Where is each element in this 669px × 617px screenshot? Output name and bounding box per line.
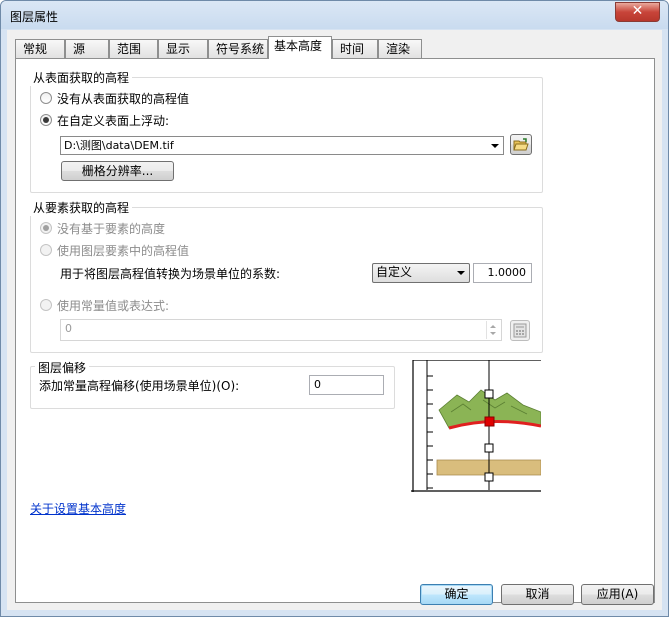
tab-rendering[interactable]: 渲染 xyxy=(378,39,422,58)
expression-spinner[interactable] xyxy=(486,321,499,339)
tab-time[interactable]: 时间 xyxy=(332,39,378,58)
chevron-down-icon xyxy=(457,271,465,275)
expression-value: 0 xyxy=(65,322,72,335)
use-feature-elevation-label: 使用图层要素中的高程值 xyxy=(57,244,190,258)
expression-builder-button[interactable] xyxy=(510,320,530,341)
help-link[interactable]: 关于设置基本高度 xyxy=(30,500,126,517)
unit-conversion-select[interactable]: 自定义 xyxy=(372,263,470,283)
float-surface-label: 在自定义表面上浮动: xyxy=(57,114,170,128)
tab-extent[interactable]: 范围 xyxy=(109,39,158,58)
expression-label: 使用常量值或表达式: xyxy=(57,299,170,313)
surface-path-value: D:\测图\data\DEM.tif xyxy=(64,139,174,152)
window-title: 图层属性 xyxy=(10,10,59,24)
offset-group-title: 图层偏移 xyxy=(35,359,90,376)
elevation-diagram xyxy=(411,360,541,492)
conversion-factor-input[interactable]: 1.0000 xyxy=(473,263,532,283)
use-feature-elevation-radio[interactable] xyxy=(40,244,52,256)
offset-label: 添加常量高程偏移(使用场景单位)(O): xyxy=(39,379,240,393)
dialog-client: 常规 源 范围 显示 符号系统 基本高度 时间 渲染 从表面获取的高程 没有从表… xyxy=(7,30,662,610)
title-bar: 图层属性 ✕ xyxy=(1,1,668,29)
feature-group-title: 从要素获取的高程 xyxy=(30,199,133,216)
tab-source[interactable]: 源 xyxy=(65,39,109,58)
ok-button[interactable]: 确定 xyxy=(420,584,493,605)
tab-general[interactable]: 常规 xyxy=(15,39,65,58)
no-feature-height-radio[interactable] xyxy=(40,222,52,234)
expression-radio[interactable] xyxy=(40,299,52,311)
no-feature-height-label: 没有基于要素的高度 xyxy=(57,222,166,236)
no-surface-radio[interactable] xyxy=(40,92,52,104)
close-button[interactable]: ✕ xyxy=(615,2,660,22)
float-surface-radio[interactable] xyxy=(40,114,52,126)
chevron-down-icon xyxy=(491,144,499,148)
base-heights-panel: 从表面获取的高程 没有从表面获取的高程值 在自定义表面上浮动: D:\测图\da… xyxy=(15,58,655,603)
apply-button[interactable]: 应用(A) xyxy=(581,584,654,605)
layer-properties-dialog: 图层属性 ✕ 常规 源 范围 显示 符号系统 基本高度 时间 渲染 从表面获取的… xyxy=(0,0,669,617)
expression-input[interactable]: 0 xyxy=(60,319,502,341)
offset-input[interactable]: 0 xyxy=(309,375,384,395)
calculator-icon xyxy=(513,323,527,338)
open-surface-button[interactable] xyxy=(510,134,532,155)
unit-conversion-value: 自定义 xyxy=(376,265,413,279)
open-folder-icon xyxy=(513,138,529,151)
tab-base-heights[interactable]: 基本高度 xyxy=(268,36,332,59)
no-surface-label: 没有从表面获取的高程值 xyxy=(57,92,190,106)
surface-path-combo[interactable]: D:\测图\data\DEM.tif xyxy=(60,136,504,155)
spinner-arrows-icon xyxy=(490,325,496,335)
raster-resolution-button[interactable]: 栅格分辨率... xyxy=(61,161,174,181)
tab-display[interactable]: 显示 xyxy=(158,39,208,58)
conversion-factor-label: 用于将图层高程值转换为场景单位的系数: xyxy=(60,267,281,281)
tab-symbology[interactable]: 符号系统 xyxy=(208,39,268,58)
surface-group-title: 从表面获取的高程 xyxy=(30,69,133,86)
cancel-button[interactable]: 取消 xyxy=(501,584,574,605)
